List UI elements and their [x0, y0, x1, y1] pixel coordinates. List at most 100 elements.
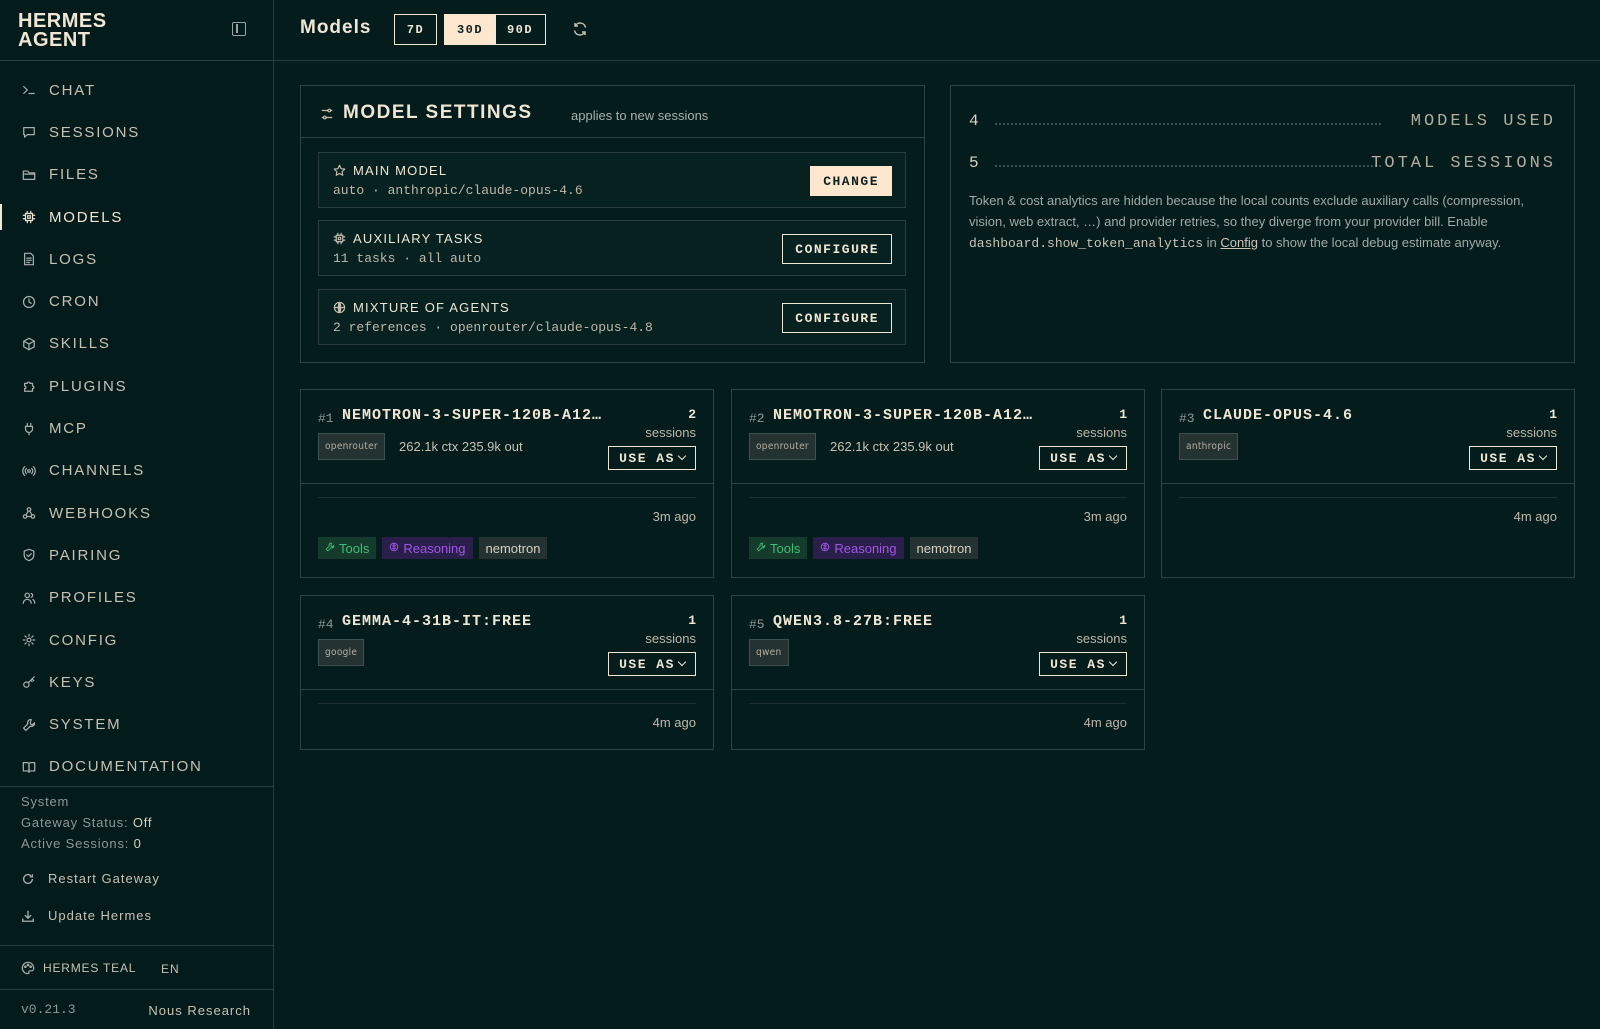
- session-count: 1: [1119, 407, 1127, 422]
- wrench-icon: [22, 718, 36, 732]
- sidebar-item-label: PLUGINS: [49, 377, 128, 395]
- range-90d-button[interactable]: 90D: [494, 14, 546, 45]
- sessions-label: sessions: [645, 631, 696, 646]
- sidebar-item-plugins[interactable]: PLUGINS: [0, 365, 273, 407]
- sessions-label: sessions: [1076, 425, 1127, 440]
- sidebar-item-config[interactable]: CONFIG: [0, 619, 273, 661]
- sessions-label: sessions: [1506, 425, 1557, 440]
- sidebar-item-keys[interactable]: KEYS: [0, 661, 273, 703]
- radio-icon: [22, 464, 36, 478]
- use-as-dropdown[interactable]: USE AS: [1469, 446, 1557, 470]
- note-text: in: [1203, 235, 1221, 250]
- restart-gateway-button[interactable]: Restart Gateway: [21, 871, 160, 886]
- plug-icon: [22, 422, 36, 436]
- sidebar-item-pairing[interactable]: PAIRING: [0, 534, 273, 576]
- last-used: 4m ago: [1083, 715, 1127, 730]
- terminal-icon: [22, 83, 36, 97]
- setting-name: MAIN MODEL: [353, 163, 448, 178]
- sidebar-item-mcp[interactable]: MCP: [0, 407, 273, 449]
- chevron-down-icon: [677, 451, 687, 461]
- sidebar-item-system[interactable]: SYSTEM: [0, 703, 273, 745]
- theme-name: HERMES TEAL: [43, 961, 137, 975]
- webhook-icon: [22, 506, 36, 520]
- chip-icon: [22, 210, 36, 224]
- sidebar-item-webhooks[interactable]: WEBHOOKS: [0, 492, 273, 534]
- use-as-label: USE AS: [1050, 450, 1106, 466]
- tag-label: Tools: [770, 540, 801, 556]
- capability-tags: Tools Reasoning nemotron: [318, 537, 548, 559]
- model-settings-header: MODEL SETTINGS applies to new sessions: [301, 86, 924, 138]
- top-bar: Models 7D 30D 90D: [274, 0, 1600, 61]
- sidebar-item-profiles[interactable]: PROFILES: [0, 577, 273, 619]
- key-icon: [22, 675, 36, 689]
- message-icon: [22, 125, 36, 139]
- sidebar-item-documentation[interactable]: DOCUMENTATION: [0, 746, 273, 788]
- tag-label: nemotron: [485, 540, 541, 556]
- session-count: 1: [1549, 407, 1557, 422]
- model-name: CLAUDE-OPUS-4.6: [1203, 407, 1354, 424]
- provider-badge: openrouter: [318, 433, 385, 460]
- sidebar-item-label: KEYS: [49, 673, 97, 691]
- use-as-label: USE AS: [1050, 656, 1106, 672]
- app-logo: HERMES AGENT: [18, 11, 118, 50]
- brand-header: HERMES AGENT: [0, 0, 273, 61]
- chevron-down-icon: [1108, 657, 1118, 667]
- collapse-sidebar-icon[interactable]: [232, 22, 246, 36]
- divider: [749, 497, 1127, 498]
- model-name: NEMOTRON-3-SUPER-120B-A12B: [773, 407, 1033, 424]
- use-as-label: USE AS: [619, 450, 675, 466]
- sidebar-item-label: CONFIG: [49, 631, 119, 649]
- active-sessions-value: 0: [133, 836, 142, 851]
- use-as-dropdown[interactable]: USE AS: [608, 652, 696, 676]
- sidebar-item-label: CHAT: [49, 81, 96, 99]
- language-selector[interactable]: EN: [161, 962, 180, 976]
- provider-badge: anthropic: [1179, 433, 1239, 460]
- configure-button[interactable]: CONFIGURE: [782, 303, 892, 333]
- model-rank: #2: [749, 411, 765, 426]
- use-as-dropdown[interactable]: USE AS: [608, 446, 696, 470]
- range-30d-button[interactable]: 30D: [444, 14, 496, 45]
- config-link[interactable]: Config: [1220, 235, 1258, 250]
- model-card: #5 QWEN3.8-27B:FREE 1 sessions qwen USE AS 4m …: [731, 595, 1145, 750]
- tag-label: Reasoning: [403, 540, 466, 556]
- models-used-label: MODELS USED: [1410, 112, 1556, 131]
- configure-button[interactable]: CONFIGURE: [782, 234, 892, 264]
- last-used: 3m ago: [652, 509, 696, 524]
- sidebar-item-skills[interactable]: SKILLS: [0, 323, 273, 365]
- active-sessions: Active Sessions: 0: [21, 836, 142, 851]
- theme-selector[interactable]: HERMES TEAL: [21, 961, 136, 975]
- sessions-label: sessions: [645, 425, 696, 440]
- star-icon: [333, 164, 346, 177]
- sidebar-item-channels[interactable]: CHANNELS: [0, 450, 273, 492]
- gateway-status-value: Off: [132, 815, 153, 830]
- provider-badge: qwen: [749, 639, 789, 666]
- sessions-label: sessions: [1076, 631, 1127, 646]
- total-sessions-value: 5: [969, 154, 979, 172]
- use-as-dropdown[interactable]: USE AS: [1039, 446, 1127, 470]
- analytics-note: Token & cost analytics are hidden becaus…: [969, 190, 1549, 254]
- last-used: 4m ago: [652, 715, 696, 730]
- model-rank: #3: [1179, 411, 1195, 426]
- org-link[interactable]: Nous Research: [148, 1003, 251, 1018]
- model-rank: #5: [749, 617, 765, 632]
- model-name: NEMOTRON-3-SUPER-120B-A12B:FREE: [342, 407, 602, 424]
- use-as-dropdown[interactable]: USE AS: [1039, 652, 1127, 676]
- note-text: Token & cost analytics are hidden becaus…: [969, 193, 1524, 229]
- sidebar-item-chat[interactable]: CHAT: [0, 69, 273, 111]
- sidebar-item-cron[interactable]: CRON: [0, 280, 273, 322]
- setting-key: dashboard.show_token_analytics: [969, 236, 1204, 251]
- setting-row-main-model: MAIN MODEL auto · anthropic/claude-opus-4…: [318, 152, 906, 208]
- model-settings-title: MODEL SETTINGS: [343, 102, 533, 123]
- sidebar-item-logs[interactable]: LOGS: [0, 238, 273, 280]
- change-button[interactable]: CHANGE: [810, 166, 892, 196]
- refresh-icon[interactable]: [572, 21, 588, 37]
- sidebar-item-sessions[interactable]: SESSIONS: [0, 111, 273, 153]
- sidebar: HERMES AGENT CHAT SESSIONS FILES MODELS LOGS…: [0, 0, 274, 1029]
- range-7d-button[interactable]: 7D: [394, 14, 437, 45]
- model-card-header: #3 CLAUDE-OPUS-4.6 1 sessions anthropic USE A…: [1162, 390, 1574, 484]
- sidebar-item-files[interactable]: FILES: [0, 154, 273, 196]
- puzzle-icon: [22, 379, 36, 393]
- models-used-stat: 4 MODELS USED: [969, 112, 1556, 134]
- update-hermes-button[interactable]: Update Hermes: [21, 908, 152, 923]
- sidebar-item-models[interactable]: MODELS: [0, 196, 273, 238]
